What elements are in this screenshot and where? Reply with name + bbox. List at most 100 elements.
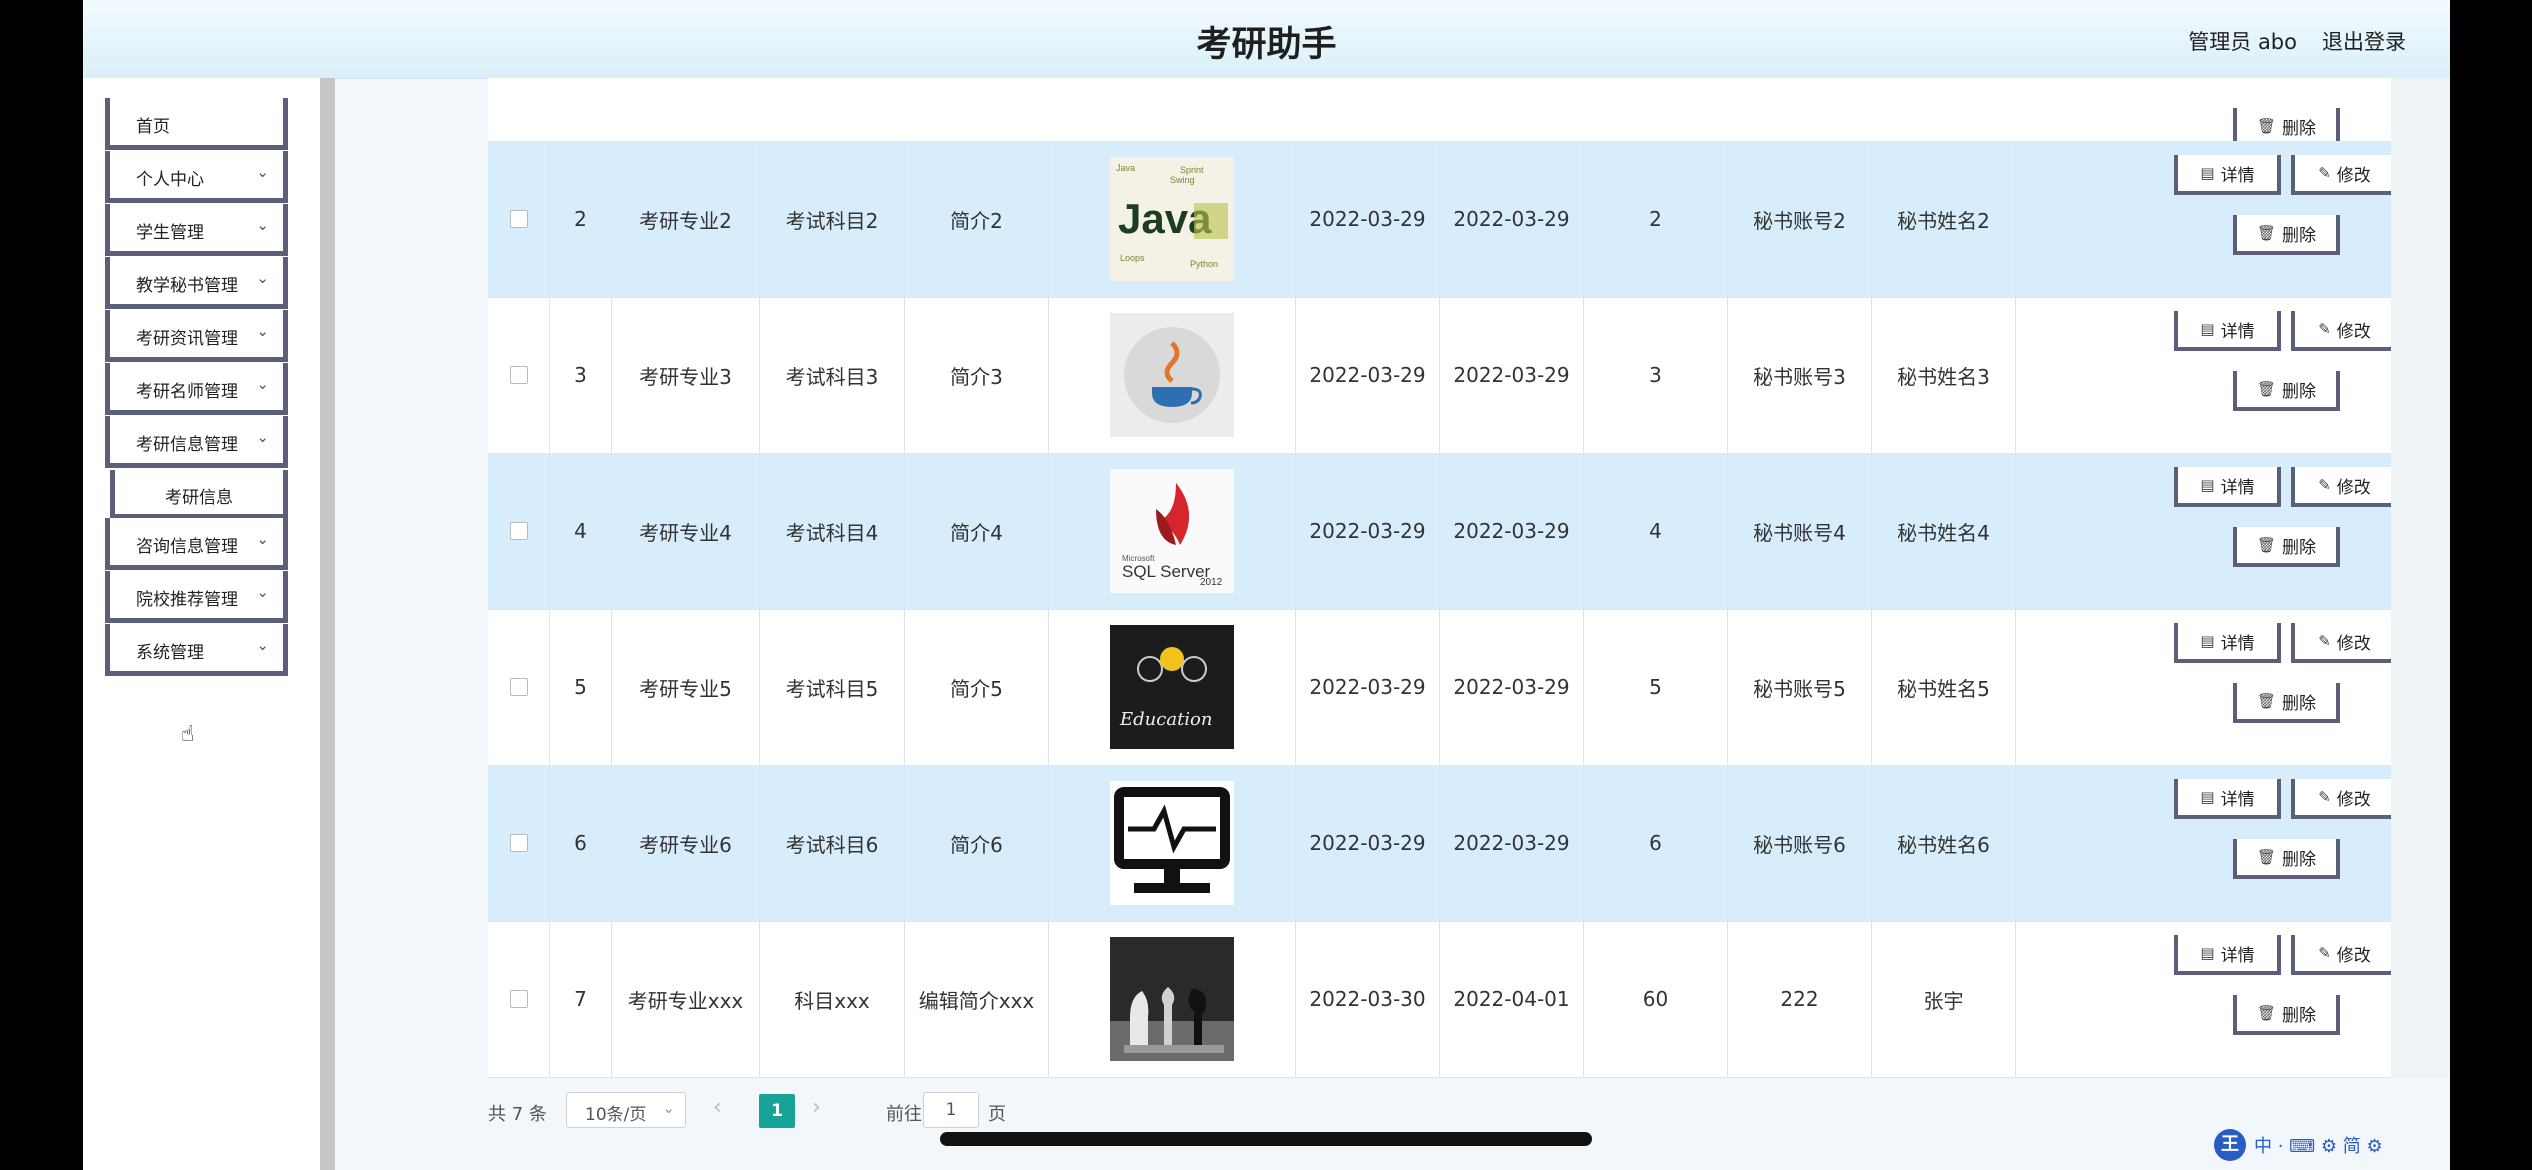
admin-label: 管理员 abo	[2188, 30, 2297, 54]
cell-name: 秘书姓名3	[1872, 297, 2016, 453]
sidebar-item-exam-info[interactable]: 考研信息管理 ⌄	[105, 416, 288, 468]
cell-account: 秘书账号4	[1728, 453, 1872, 609]
detail-label: 详情	[2220, 633, 2255, 654]
sidebar-subitem-label: 考研信息	[165, 488, 233, 508]
cell-count: 60	[1584, 921, 1728, 1077]
row-checkbox[interactable]	[509, 834, 528, 852]
cell-major: 考研专业3	[612, 297, 760, 453]
detail-label: 详情	[2220, 477, 2255, 498]
row-checkbox[interactable]	[509, 210, 528, 228]
cell-date1: 2022-03-29	[1296, 765, 1440, 921]
cell-account: 秘书账号2	[1728, 141, 1872, 297]
delete-button[interactable]: 🗑 删除	[2233, 371, 2340, 411]
svg-text:2012: 2012	[1200, 577, 1223, 588]
sidebar-item-personal-center[interactable]: 个人中心 ⌄	[105, 151, 288, 203]
document-icon: ▤	[2200, 944, 2215, 962]
logout-link[interactable]: 退出登录	[2322, 26, 2406, 56]
prev-page-button[interactable]: ‹	[713, 1095, 722, 1120]
cell-account: 222	[1728, 921, 1872, 1077]
edit-button[interactable]: ✎ 修改	[2291, 935, 2391, 975]
sidebar: 首页 个人中心 ⌄ 学生管理 ⌄ 教学秘书管理 ⌄ 考研资讯管理 ⌄ 考研名师管理 ⌄ 考…	[83, 78, 325, 1170]
delete-label: 删除	[2282, 849, 2317, 870]
checkbox-cell	[488, 609, 550, 765]
edit-button[interactable]: ✎ 修改	[2291, 779, 2391, 819]
cell-date2: 2022-04-01	[1440, 921, 1584, 1077]
cell-account: 秘书账号5	[1728, 609, 1872, 765]
detail-button[interactable]: ▤ 详情	[2174, 155, 2281, 195]
edit-icon: ✎	[2318, 944, 2331, 962]
cell-date2: 2022-03-29	[1440, 765, 1584, 921]
cell-account: 秘书账号3	[1728, 297, 1872, 453]
edit-icon: ✎	[2318, 164, 2331, 182]
sidebar-item-label: 院校推荐管理	[136, 590, 238, 610]
detail-button[interactable]: ▤ 详情	[2174, 935, 2281, 975]
goto-page-input[interactable]: 1	[923, 1092, 979, 1128]
edit-icon: ✎	[2318, 632, 2331, 650]
edit-icon: ✎	[2318, 788, 2331, 806]
cell-date2: 2022-03-29	[1440, 453, 1584, 609]
svg-text:Java: Java	[1116, 163, 1135, 173]
detail-button[interactable]: ▤ 详情	[2174, 623, 2281, 663]
sidebar-item-teachers[interactable]: 考研名师管理 ⌄	[105, 363, 288, 415]
sql-server-logo: Microsoft SQL Server 2012	[1110, 469, 1234, 593]
trash-icon: 🗑	[2256, 117, 2277, 135]
cell-major: 考研专业xxx	[612, 921, 760, 1077]
image-cell	[1049, 297, 1296, 453]
delete-button[interactable]: 🗑 删除	[2233, 995, 2340, 1035]
page-number-current[interactable]: 1	[759, 1094, 795, 1128]
delete-button[interactable]: 🗑 删除	[2233, 215, 2340, 255]
sidebar-item-home[interactable]: 首页	[105, 98, 288, 150]
edit-button[interactable]: ✎ 修改	[2291, 155, 2391, 195]
sidebar-subitem-exam-info[interactable]: 考研信息	[110, 470, 288, 519]
cell-count: 3	[1584, 297, 1728, 453]
svg-text:Swing: Swing	[1170, 175, 1195, 185]
app-window: 考研助手 管理员 abo 退出登录 首页 个人中心 ⌄ 学生管理 ⌄ 教学秘书管理 ⌄…	[83, 0, 2450, 1170]
cell-subject: 考试科目3	[760, 297, 905, 453]
trash-icon: 🗑	[2256, 1004, 2277, 1022]
mouse-cursor-icon: ☝	[181, 722, 195, 747]
svg-text:Loops: Loops	[1120, 253, 1145, 263]
chevron-down-icon: ⌄	[256, 269, 269, 287]
chevron-down-icon: ⌄	[256, 375, 269, 393]
sidebar-item-system[interactable]: 系统管理 ⌄	[105, 624, 288, 676]
delete-button[interactable]: 🗑 删除	[2233, 527, 2340, 567]
sidebar-item-consult[interactable]: 咨询信息管理 ⌄	[105, 518, 288, 570]
edit-button[interactable]: ✎ 修改	[2291, 311, 2391, 351]
sidebar-item-schools[interactable]: 院校推荐管理 ⌄	[105, 571, 288, 623]
document-icon: ▤	[2200, 320, 2215, 338]
image-cell	[1049, 921, 1296, 1077]
detail-button[interactable]: ▤ 详情	[2174, 311, 2281, 351]
cell-subject: 考试科目5	[760, 609, 905, 765]
detail-button[interactable]: ▤ 详情	[2174, 467, 2281, 507]
cell-name: 秘书姓名6	[1872, 765, 2016, 921]
detail-label: 详情	[2220, 945, 2255, 966]
next-page-button[interactable]: ›	[812, 1095, 821, 1120]
delete-button[interactable]: 🗑 删除	[2233, 683, 2340, 723]
edit-button[interactable]: ✎ 修改	[2291, 623, 2391, 663]
sidebar-item-students[interactable]: 学生管理 ⌄	[105, 204, 288, 256]
row-checkbox[interactable]	[509, 678, 528, 696]
sidebar-item-news[interactable]: 考研资讯管理 ⌄	[105, 310, 288, 362]
svg-text:SQL Server: SQL Server	[1122, 562, 1211, 581]
detail-button[interactable]: ▤ 详情	[2174, 779, 2281, 819]
trash-icon: 🗑	[2256, 224, 2277, 242]
svg-text:Python: Python	[1190, 259, 1218, 269]
table-row: 2 考研专业2 考试科目2 简介2 Java Sprint Loops Python Swing…	[488, 141, 2391, 298]
sidebar-item-secretaries[interactable]: 教学秘书管理 ⌄	[105, 257, 288, 309]
edit-button[interactable]: ✎ 修改	[2291, 467, 2391, 507]
svg-text:Education: Education	[1119, 709, 1213, 730]
sidebar-scrollbar[interactable]	[320, 78, 335, 1170]
chevron-down-icon: ⌄	[256, 583, 269, 601]
ime-toolbar[interactable]: 王 中 · ⌨ ⚙ 简 ⚙	[2214, 1128, 2444, 1162]
trash-icon: 🗑	[2256, 848, 2277, 866]
ime-text: 中 · ⌨ ⚙ 简 ⚙	[2254, 1136, 2383, 1157]
delete-button[interactable]: 🗑 删除	[2233, 839, 2340, 879]
row-checkbox[interactable]	[509, 990, 528, 1008]
row-checkbox[interactable]	[509, 366, 528, 384]
edit-label: 修改	[2336, 321, 2371, 342]
cell-date1: 2022-03-29	[1296, 141, 1440, 297]
row-checkbox[interactable]	[509, 522, 528, 540]
svg-text:Sprint: Sprint	[1180, 165, 1204, 175]
page-size-select[interactable]: 10条/页 ⌄	[566, 1092, 686, 1128]
chevron-down-icon: ⌄	[256, 636, 269, 654]
